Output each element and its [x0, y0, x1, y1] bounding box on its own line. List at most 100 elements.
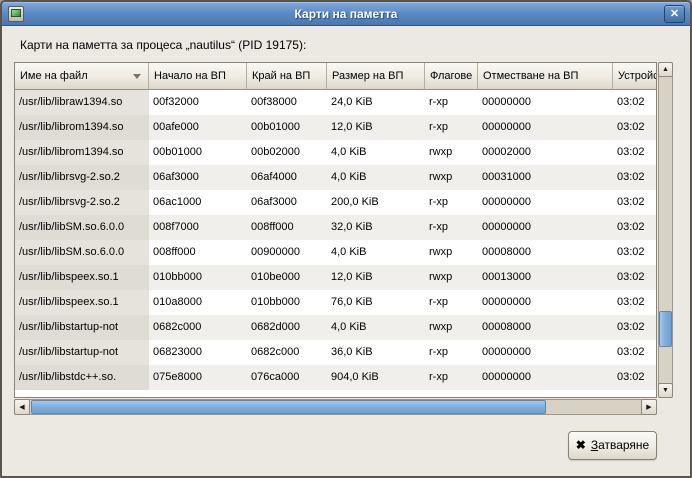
titlebar[interactable]: Карти на паметта ✕: [2, 2, 690, 26]
cell-filename: /usr/lib/libstartup-not: [15, 315, 149, 340]
cell-device: 03:02: [613, 290, 656, 315]
cell-vm-start: 010a8000: [149, 290, 247, 315]
table-row[interactable]: /usr/lib/libSM.so.6.0.0 008ff000 0090000…: [15, 240, 656, 265]
vertical-scrollbar[interactable]: ▲ ▼: [658, 62, 673, 398]
cell-flags: rwxp: [425, 165, 478, 190]
cell-vm-size: 200,0 KiB: [327, 190, 425, 215]
cell-vm-size: 4,0 KiB: [327, 315, 425, 340]
cell-vm-start: 06823000: [149, 340, 247, 365]
cell-flags: rwxp: [425, 265, 478, 290]
cell-vm-size: 76,0 KiB: [327, 290, 425, 315]
cell-flags: rwxp: [425, 240, 478, 265]
column-header-filename[interactable]: Име на файл: [15, 63, 149, 90]
window-title: Карти на паметта: [2, 7, 690, 21]
cell-vm-end: 00b02000: [247, 140, 327, 165]
close-dialog-button[interactable]: ✖Затваряне: [568, 431, 657, 460]
cell-filename: /usr/lib/libspeex.so.1: [15, 265, 149, 290]
column-header-vm-offset[interactable]: Отместване на ВП: [478, 63, 613, 90]
cell-vm-end: 010bb000: [247, 290, 327, 315]
table-row[interactable]: /usr/lib/libSM.so.6.0.0 008f7000 008ff00…: [15, 215, 656, 240]
cell-device: 03:02: [613, 140, 656, 165]
table-row[interactable]: /usr/lib/libraw1394.so 00f32000 00f38000…: [15, 90, 656, 115]
cell-device: 03:02: [613, 340, 656, 365]
column-header-flags[interactable]: Флагове: [425, 63, 478, 90]
column-header-vm-end[interactable]: Край на ВП: [247, 63, 327, 90]
cell-vm-size: 904,0 KiB: [327, 365, 425, 390]
cell-vm-start: 00b01000: [149, 140, 247, 165]
cell-vm-start: 075e8000: [149, 365, 247, 390]
cell-vm-size: 4,0 KiB: [327, 240, 425, 265]
cell-vm-size: 4,0 KiB: [327, 140, 425, 165]
cell-vm-start: 00f32000: [149, 90, 247, 115]
cell-vm-offset: 00000000: [478, 115, 613, 140]
horizontal-scrollbar-thumb[interactable]: [31, 400, 546, 414]
cell-flags: r-xp: [425, 190, 478, 215]
cell-vm-offset: 00000000: [478, 190, 613, 215]
cell-device: 03:02: [613, 90, 656, 115]
horizontal-scrollbar[interactable]: ◀ ▶: [14, 399, 657, 415]
table-row[interactable]: /usr/lib/librom1394.so 00b01000 00b02000…: [15, 140, 656, 165]
sort-descending-icon: [133, 74, 141, 79]
column-header-vm-size[interactable]: Размер на ВП: [327, 63, 425, 90]
cell-vm-start: 06af3000: [149, 165, 247, 190]
table-body: /usr/lib/libraw1394.so 00f32000 00f38000…: [15, 90, 656, 390]
cell-vm-end: 010be000: [247, 265, 327, 290]
cell-device: 03:02: [613, 240, 656, 265]
cell-vm-offset: 00000000: [478, 365, 613, 390]
cell-filename: /usr/lib/libSM.so.6.0.0: [15, 240, 149, 265]
cell-vm-start: 06ac1000: [149, 190, 247, 215]
window-close-icon[interactable]: ✕: [664, 5, 685, 23]
table-row[interactable]: /usr/lib/libspeex.so.1 010a8000 010bb000…: [15, 290, 656, 315]
table-row[interactable]: /usr/lib/librsvg-2.so.2 06af3000 06af400…: [15, 165, 656, 190]
scroll-right-icon[interactable]: ▶: [641, 399, 657, 415]
cell-filename: /usr/lib/librom1394.so: [15, 140, 149, 165]
cell-device: 03:02: [613, 215, 656, 240]
cell-flags: r-xp: [425, 365, 478, 390]
cell-device: 03:02: [613, 165, 656, 190]
cell-filename: /usr/lib/librsvg-2.so.2: [15, 165, 149, 190]
table-row[interactable]: /usr/lib/libstartup-not 0682c000 0682d00…: [15, 315, 656, 340]
cell-filename: /usr/lib/libspeex.so.1: [15, 290, 149, 315]
column-header-vm-start[interactable]: Начало на ВП: [149, 63, 247, 90]
cell-vm-offset: 00013000: [478, 265, 613, 290]
cell-flags: r-xp: [425, 215, 478, 240]
cell-vm-offset: 00000000: [478, 340, 613, 365]
cell-flags: r-xp: [425, 340, 478, 365]
cell-filename: /usr/lib/libstdc++.so.: [15, 365, 149, 390]
process-description-label: Карти на паметта за процеса „nautilus“ (…: [20, 38, 306, 52]
cell-vm-end: 00900000: [247, 240, 327, 265]
cell-vm-end: 008ff000: [247, 215, 327, 240]
cell-vm-end: 00f38000: [247, 90, 327, 115]
table-header: Име на файл Начало на ВП Край на ВП Разм…: [15, 63, 656, 90]
cell-flags: r-xp: [425, 90, 478, 115]
cell-vm-start: 00afe000: [149, 115, 247, 140]
cell-vm-size: 24,0 KiB: [327, 90, 425, 115]
scroll-left-icon[interactable]: ◀: [14, 399, 30, 415]
cell-filename: /usr/lib/libraw1394.so: [15, 90, 149, 115]
cell-vm-offset: 00008000: [478, 315, 613, 340]
memory-maps-table: Име на файл Начало на ВП Край на ВП Разм…: [14, 62, 657, 398]
table-row[interactable]: /usr/lib/libstartup-not 06823000 0682c00…: [15, 340, 656, 365]
cell-flags: rwxp: [425, 315, 478, 340]
cell-vm-size: 36,0 KiB: [327, 340, 425, 365]
cell-vm-offset: 00031000: [478, 165, 613, 190]
column-header-device[interactable]: Устройство: [613, 63, 656, 90]
vertical-scrollbar-thumb[interactable]: [659, 311, 672, 347]
table-row[interactable]: /usr/lib/librom1394.so 00afe000 00b01000…: [15, 115, 656, 140]
cell-vm-size: 12,0 KiB: [327, 265, 425, 290]
cell-filename: /usr/lib/librsvg-2.so.2: [15, 190, 149, 215]
cell-vm-offset: 00000000: [478, 90, 613, 115]
cell-vm-start: 008ff000: [149, 240, 247, 265]
cell-vm-size: 4,0 KiB: [327, 165, 425, 190]
scroll-down-icon[interactable]: ▼: [658, 383, 673, 398]
cell-vm-size: 12,0 KiB: [327, 115, 425, 140]
cell-vm-end: 0682d000: [247, 315, 327, 340]
table-row[interactable]: /usr/lib/librsvg-2.so.2 06ac1000 06af300…: [15, 190, 656, 215]
cell-filename: /usr/lib/libstartup-not: [15, 340, 149, 365]
cell-vm-end: 06af4000: [247, 165, 327, 190]
table-row[interactable]: /usr/lib/libspeex.so.1 010bb000 010be000…: [15, 265, 656, 290]
table-row[interactable]: /usr/lib/libstdc++.so. 075e8000 076ca000…: [15, 365, 656, 390]
cell-device: 03:02: [613, 190, 656, 215]
scroll-up-icon[interactable]: ▲: [658, 62, 673, 77]
cell-device: 03:02: [613, 265, 656, 290]
